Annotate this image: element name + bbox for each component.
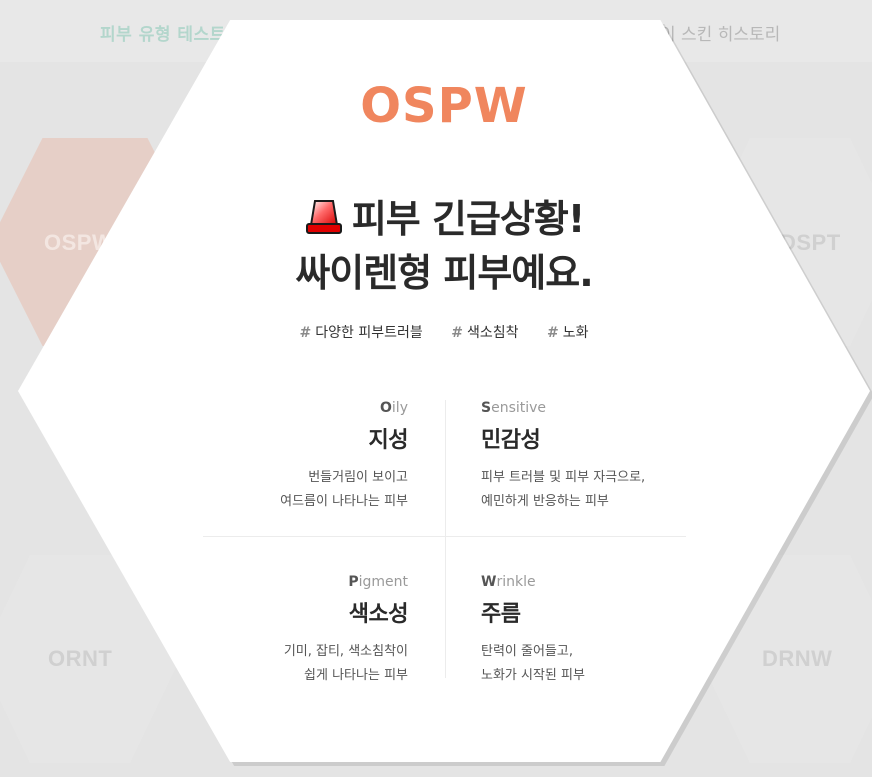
- hash-icon: #: [299, 325, 312, 341]
- background-hex-label: DRNW: [762, 646, 833, 671]
- trait-description: 피부 트러블 및 피부 자극으로, 예민하게 반응하는 피부: [481, 470, 646, 509]
- tag-list: # 다양한 피부트러블 # 색소침착 # 노화: [18, 322, 870, 342]
- skin-type-code: OSPW: [360, 78, 528, 134]
- trait-wrinkle: Wrinkle 주름 탄력이 줄어들고, 노화가 시작된 피부: [481, 574, 721, 688]
- grid-divider-horizontal: [203, 536, 686, 537]
- hash-icon: #: [451, 325, 463, 341]
- headline-line-2: 싸이렌형 피부예요.: [295, 251, 593, 295]
- tag-label: 노화: [562, 325, 589, 341]
- tag-label: 다양한 피부트러블: [315, 325, 423, 341]
- trait-korean: 색소성: [348, 602, 409, 627]
- tag-label: 색소침착: [466, 325, 519, 341]
- siren-icon: [305, 200, 342, 234]
- trait-english: Sensitive: [481, 400, 547, 416]
- trait-english: Oily: [380, 400, 408, 416]
- trait-korean: 지성: [368, 428, 409, 453]
- trait-korean: 민감성: [481, 428, 541, 453]
- grid-divider-vertical: [445, 400, 446, 678]
- tag-item: # 색소침착: [451, 322, 518, 342]
- trait-oily: Oily 지성 번들거림이 보이고 여드름이 나타나는 피부: [168, 400, 408, 514]
- nav-skin-test-link[interactable]: 피부 유형 테스트: [100, 20, 226, 45]
- hash-icon: #: [546, 325, 559, 341]
- trait-pigment: Pigment 색소성 기미, 잡티, 색소침착이 쉽게 나타나는 피부: [168, 574, 409, 688]
- background-hex-label: ORNT: [48, 646, 113, 671]
- headline-line-1: 피부 긴급상황!: [351, 197, 585, 241]
- trait-description: 기미, 잡티, 색소침착이 쉽게 나타나는 피부: [283, 644, 408, 683]
- trait-description: 번들거림이 보이고 여드름이 나타나는 피부: [280, 470, 408, 509]
- tag-item: # 노화: [547, 322, 589, 342]
- result-headline: 피부 긴급상황! 싸이렌형 피부예요.: [18, 192, 870, 300]
- nav-skin-history-link[interactable]: 이 스킨 히스토리: [660, 20, 780, 45]
- tag-item: # 다양한 피부트러블: [300, 322, 423, 342]
- trait-english: Wrinkle: [481, 574, 536, 590]
- trait-english: Pigment: [348, 574, 408, 590]
- trait-korean: 주름: [481, 602, 521, 627]
- trait-description: 탄력이 줄어들고, 노화가 시작된 피부: [481, 644, 585, 683]
- trait-sensitive: Sensitive 민감성 피부 트러블 및 피부 자극으로, 예민하게 반응하…: [481, 400, 721, 514]
